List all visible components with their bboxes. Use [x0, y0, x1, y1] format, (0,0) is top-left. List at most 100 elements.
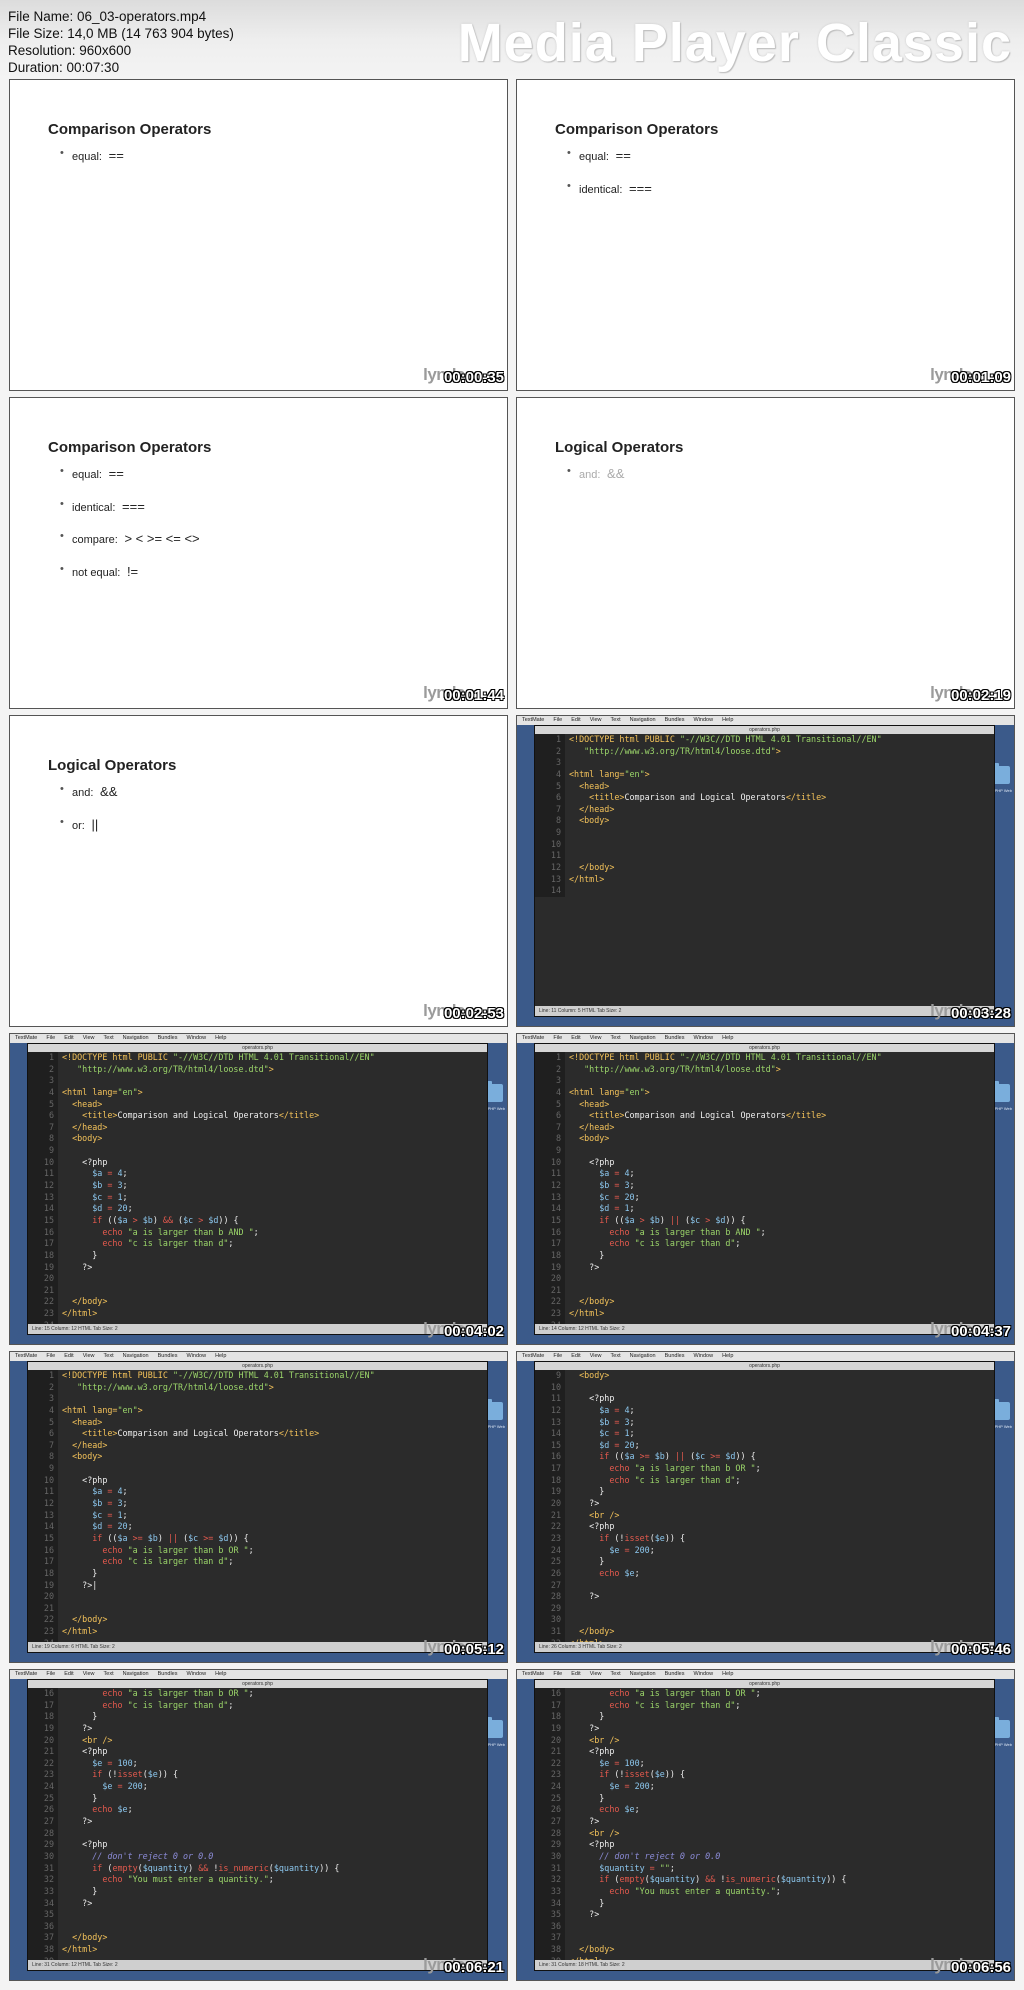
line-number: 20 [28, 1591, 58, 1603]
menu-item[interactable]: TextMate [15, 1353, 37, 1359]
menu-item[interactable]: TextMate [522, 1035, 544, 1041]
menu-item[interactable]: File [553, 717, 562, 723]
menu-item[interactable]: View [83, 1671, 95, 1677]
menu-item[interactable]: Navigation [630, 1353, 656, 1359]
menu-item[interactable]: Help [215, 1035, 226, 1041]
video-thumbnail[interactable]: TextMate File Edit View Text Navigation Bundle… [516, 1351, 1015, 1663]
menu-item[interactable]: Bundles [665, 1353, 685, 1359]
menu-item[interactable]: Navigation [630, 717, 656, 723]
slide-title: Comparison Operators [48, 121, 212, 138]
menu-item[interactable]: View [590, 1035, 602, 1041]
video-thumbnail[interactable]: Logical Operatorsand: &&or: ||lynda00:02… [9, 715, 508, 1027]
video-thumbnail[interactable]: TextMate File Edit View Text Navigation Bundle… [9, 1351, 508, 1663]
menu-item[interactable]: View [590, 717, 602, 723]
video-thumbnail[interactable]: Comparison Operatorsequal: ==identical: … [516, 79, 1015, 391]
menu-item[interactable]: Text [104, 1353, 114, 1359]
menu-item[interactable]: View [83, 1353, 95, 1359]
menu-item[interactable]: Edit [64, 1035, 73, 1041]
video-thumbnail[interactable]: Comparison Operatorsequal: ==lynda00:00:… [9, 79, 508, 391]
menu-item[interactable]: File [46, 1353, 55, 1359]
menu-item[interactable]: Bundles [665, 717, 685, 723]
video-thumbnail[interactable]: TextMate File Edit View Text Navigation Bundle… [516, 715, 1015, 1027]
menu-item[interactable]: View [590, 1671, 602, 1677]
menu-item[interactable]: Text [611, 1353, 621, 1359]
code-area[interactable]: 1 <!DOCTYPE html PUBLIC "-//W3C//DTD HTML… [535, 1052, 994, 1324]
menu-item[interactable]: Help [722, 717, 733, 723]
menu-item[interactable]: Window [694, 1353, 714, 1359]
code-token: > [193, 1214, 209, 1225]
menu-item[interactable]: Navigation [630, 1035, 656, 1041]
code-token: <?php [569, 1839, 615, 1850]
menu-item[interactable]: Navigation [123, 1353, 149, 1359]
line-number: 3 [28, 1393, 58, 1405]
menu-item[interactable]: Help [722, 1035, 733, 1041]
video-thumbnail[interactable]: Logical Operatorsand: &&lynda00:02:19 [516, 397, 1015, 709]
menu-item[interactable]: File [46, 1035, 55, 1041]
video-thumbnail[interactable]: TextMate File Edit View Text Navigation Bundle… [9, 1669, 508, 1981]
menu-item[interactable]: Edit [571, 1035, 580, 1041]
code-token: $e [654, 1769, 665, 1780]
menu-item[interactable]: TextMate [522, 1671, 544, 1677]
menu-item[interactable]: Navigation [123, 1035, 149, 1041]
line-number: 14 [535, 885, 565, 897]
menu-item[interactable]: Window [694, 717, 714, 723]
code-token: <br /> [569, 1827, 620, 1838]
menu-item[interactable]: Text [611, 1035, 621, 1041]
menu-item[interactable]: Text [104, 1671, 114, 1677]
menu-item[interactable]: Edit [571, 1671, 580, 1677]
code-token: ; [132, 1757, 138, 1768]
code-token: <body> [569, 1370, 610, 1380]
editor-window-title: operators.php [28, 1680, 487, 1688]
menu-item[interactable]: Bundles [665, 1035, 685, 1041]
menu-item[interactable]: Navigation [123, 1671, 149, 1677]
code-token: if [569, 1874, 615, 1885]
code-token: "en" [624, 768, 645, 779]
menu-item[interactable]: Help [215, 1353, 226, 1359]
menu-item[interactable]: Help [722, 1671, 733, 1677]
video-thumbnail[interactable]: TextMate File Edit View Text Navigation Bundle… [516, 1669, 1015, 1981]
menu-item[interactable]: TextMate [15, 1035, 37, 1041]
video-thumbnail[interactable]: TextMate File Edit View Text Navigation Bundle… [516, 1033, 1015, 1345]
video-thumbnail[interactable]: Comparison Operatorsequal: ==identical: … [9, 397, 508, 709]
code-area[interactable]: 16 echo "a is larger than b OR "; 17 echo… [535, 1688, 994, 1960]
menu-item[interactable]: TextMate [15, 1671, 37, 1677]
code-area[interactable]: 1 <!DOCTYPE html PUBLIC "-//W3C//DTD HTML… [28, 1052, 487, 1324]
menu-item[interactable]: Window [187, 1671, 207, 1677]
line-number: 18 [535, 1474, 565, 1487]
menu-item[interactable]: Window [187, 1035, 207, 1041]
menu-item[interactable]: Bundles [158, 1035, 178, 1041]
code-token: ; [142, 1781, 148, 1792]
menu-item[interactable]: Edit [571, 1353, 580, 1359]
menu-item[interactable]: File [553, 1035, 562, 1041]
menu-item[interactable]: Navigation [630, 1671, 656, 1677]
menu-item[interactable]: Window [694, 1671, 714, 1677]
menu-item[interactable]: Text [611, 717, 621, 723]
menu-item[interactable]: Help [215, 1671, 226, 1677]
menu-item[interactable]: Edit [64, 1671, 73, 1677]
menu-item[interactable]: Bundles [158, 1671, 178, 1677]
code-area[interactable]: 9 <body> 10 11 <?php 12 $a = 4; 13 $b = 3; 14… [535, 1370, 994, 1642]
menu-item[interactable]: TextMate [522, 1353, 544, 1359]
code-token: > [644, 768, 650, 779]
menu-item[interactable]: File [46, 1671, 55, 1677]
menu-item[interactable]: Window [187, 1353, 207, 1359]
code-area[interactable]: 16 echo "a is larger than b OR "; 17 echo… [28, 1688, 487, 1960]
menu-item[interactable]: Edit [64, 1353, 73, 1359]
menu-item[interactable]: Text [104, 1035, 114, 1041]
menu-item[interactable]: Edit [571, 717, 580, 723]
menu-item[interactable]: Window [694, 1035, 714, 1041]
line-number: 20 [28, 1734, 58, 1747]
code-area[interactable]: 1 <!DOCTYPE html PUBLIC "-//W3C//DTD HTML… [28, 1370, 487, 1642]
menu-item[interactable]: TextMate [522, 717, 544, 723]
video-thumbnail[interactable]: TextMate File Edit View Text Navigation Bundle… [9, 1033, 508, 1345]
code-area[interactable]: 1 <!DOCTYPE html PUBLIC "-//W3C//DTD HTML… [535, 734, 994, 1006]
code-token: "http://www.w3.org/TR/html4/loose.dtd" [569, 1063, 776, 1074]
menu-item[interactable]: Bundles [665, 1671, 685, 1677]
menu-item[interactable]: View [590, 1353, 602, 1359]
menu-item[interactable]: File [553, 1671, 562, 1677]
menu-item[interactable]: Bundles [158, 1353, 178, 1359]
menu-item[interactable]: Help [722, 1353, 733, 1359]
menu-item[interactable]: File [553, 1353, 562, 1359]
menu-item[interactable]: View [83, 1035, 95, 1041]
menu-item[interactable]: Text [611, 1671, 621, 1677]
